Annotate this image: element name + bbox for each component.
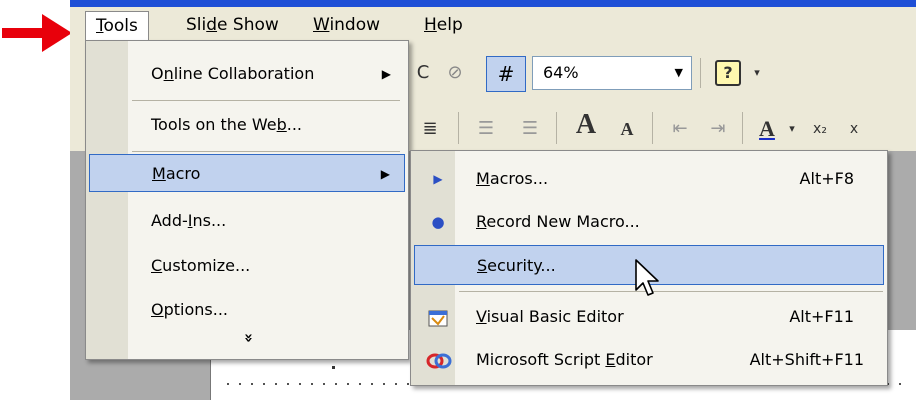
menu-help[interactable]: Help — [414, 11, 473, 39]
toolbar-options-icon[interactable]: ▾ — [748, 56, 766, 90]
submenu-item-label: Security... — [477, 256, 556, 275]
numbering-icon[interactable]: ☰ — [468, 112, 504, 146]
shortcut-label: Alt+F8 — [799, 169, 854, 188]
menu-item-options[interactable]: Options... — [89, 291, 405, 329]
menu-item-label: Tools on the Web... — [151, 115, 303, 134]
menu-divider — [132, 151, 400, 152]
increase-font-size-icon[interactable]: A — [566, 108, 606, 148]
decrease-indent-icon[interactable]: ⇤ — [664, 112, 696, 146]
guide-marker — [332, 366, 335, 369]
submenu-item-record-new-macro[interactable]: ● Record New Macro... — [414, 202, 884, 242]
mouse-pointer-icon — [635, 259, 659, 296]
toolbar-divider — [556, 112, 557, 144]
font-color-icon[interactable]: A — [752, 112, 782, 146]
bullets-icon[interactable]: ☰ — [512, 112, 548, 146]
submenu-item-label: Visual Basic Editor — [476, 307, 624, 326]
chevron-down-icon[interactable]: ▼ — [675, 57, 683, 89]
red-annotation-arrow-icon — [2, 14, 72, 52]
shortcut-label: Alt+F11 — [789, 307, 854, 326]
help-icon[interactable]: ? — [712, 56, 744, 90]
menu-window[interactable]: Window — [303, 11, 390, 39]
subscript-icon[interactable]: x₂ — [806, 112, 834, 146]
submenu-arrow-icon: ▶ — [381, 67, 391, 81]
window-title-bar — [70, 0, 916, 7]
menu-item-add-ins[interactable]: Add-Ins... — [89, 202, 405, 240]
toolbar-divider — [458, 112, 459, 144]
zoom-value: 64% — [543, 63, 579, 82]
menu-item-customize[interactable]: Customize... — [89, 247, 405, 285]
toolbar-partial-icon[interactable]: C — [412, 56, 434, 90]
shortcut-label: Alt+Shift+F11 — [749, 350, 864, 369]
record-dot-icon: ● — [431, 213, 445, 231]
submenu-item-label: Microsoft Script Editor — [476, 350, 653, 369]
menu-divider — [459, 291, 883, 292]
toolbar-divider — [742, 112, 743, 144]
menu-tools[interactable]: Tools — [85, 11, 149, 42]
expand-menu-chevron-icon[interactable]: » — [240, 333, 258, 343]
submenu-arrow-icon: ▶ — [380, 167, 390, 181]
show-grid-icon[interactable]: # — [486, 56, 526, 92]
submenu-item-macros[interactable]: ▶ Macros... Alt+F8 — [414, 159, 884, 199]
align-right-icon[interactable]: ≣ — [410, 112, 450, 146]
submenu-item-label: Macros... — [476, 169, 549, 188]
toolbar-divider — [652, 112, 653, 144]
menu-item-label: Options... — [151, 300, 228, 319]
submenu-item-label: Record New Macro... — [476, 212, 640, 231]
insert-hyperlink-icon[interactable]: ⊘ — [440, 56, 470, 90]
increase-indent-icon[interactable]: ⇥ — [702, 112, 734, 146]
menu-item-label: Customize... — [151, 256, 251, 275]
superscript-icon[interactable]: x — [840, 112, 868, 146]
script-editor-icon — [426, 340, 452, 380]
menu-item-label: Online Collaboration — [151, 64, 315, 83]
submenu-item-microsoft-script-editor[interactable]: Microsoft Script Editor Alt+Shift+F11 — [414, 340, 884, 380]
menu-item-macro[interactable]: Macro ▶ — [89, 154, 405, 192]
play-triangle-icon: ▶ — [433, 172, 443, 186]
visual-basic-editor-icon — [426, 297, 450, 337]
menu-slide-show[interactable]: Slide Show — [176, 11, 289, 39]
toolbar-divider — [700, 58, 701, 88]
tools-menu-dropdown: Online Collaboration ▶ Tools on the Web.… — [85, 40, 409, 360]
decrease-font-size-icon[interactable]: A — [612, 112, 642, 146]
zoom-combobox[interactable]: 64% ▼ — [532, 56, 692, 90]
submenu-item-visual-basic-editor[interactable]: Visual Basic Editor Alt+F11 — [414, 297, 884, 337]
menu-divider — [132, 100, 400, 101]
menu-item-online-collaboration[interactable]: Online Collaboration ▶ — [89, 55, 405, 93]
menu-item-label: Add-Ins... — [151, 211, 227, 230]
menu-item-label: Macro — [152, 164, 201, 183]
chevron-down-icon[interactable]: ▾ — [784, 112, 800, 146]
menu-item-tools-on-the-web[interactable]: Tools on the Web... — [89, 106, 405, 144]
